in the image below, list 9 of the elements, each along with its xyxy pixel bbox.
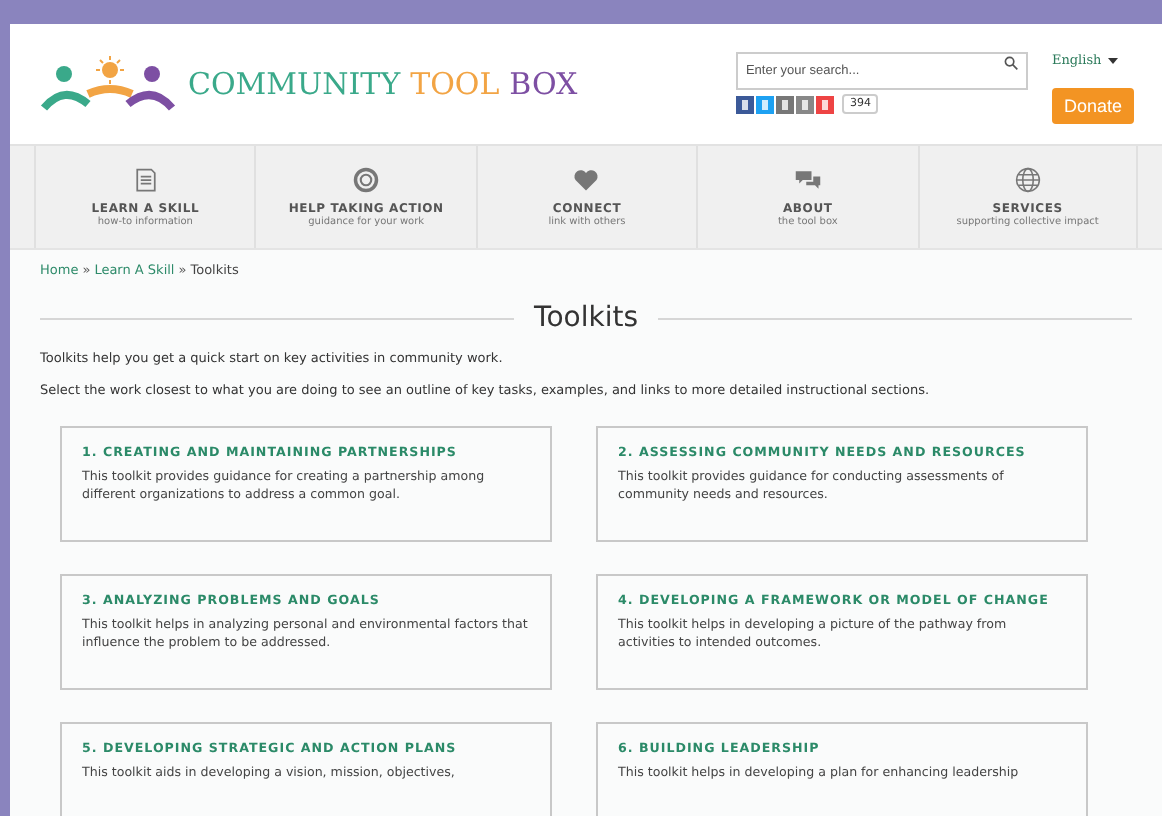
- caret-icon: [1107, 57, 1118, 63]
- logo-drawing: [40, 56, 180, 112]
- lifebuoy-icon: [352, 166, 381, 194]
- search-icon[interactable]: [1003, 56, 1018, 70]
- globe-icon: [1013, 166, 1042, 194]
- speech-bubbles-icon: [793, 166, 822, 194]
- heart-icon: [572, 166, 601, 194]
- site-name: COMMUNITY TOOL BOX: [188, 66, 578, 102]
- page-title: Toolkits: [534, 302, 638, 334]
